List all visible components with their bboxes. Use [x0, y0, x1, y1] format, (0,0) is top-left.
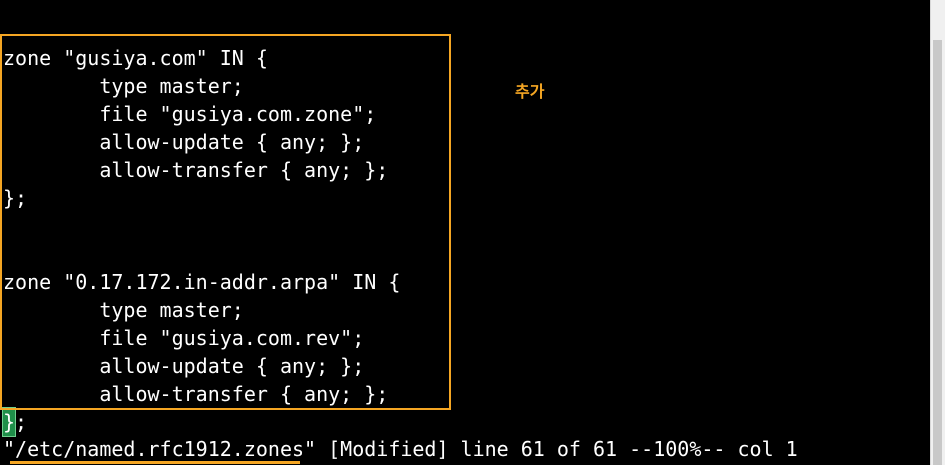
vertical-scrollbar[interactable]: [930, 0, 945, 465]
annotation-label: 추가: [515, 82, 545, 101]
editor-text-area[interactable]: zone "gusiya.com" IN { type master; file…: [3, 44, 400, 408]
code-line: zone "gusiya.com" IN {: [3, 46, 268, 70]
code-line: file "gusiya.com.rev";: [3, 326, 365, 350]
code-line: zone "0.17.172.in-addr.arpa" IN {: [3, 270, 401, 294]
text-cursor: }: [1, 407, 17, 437]
code-line: type master;: [3, 298, 244, 322]
code-line: allow-transfer { any; };: [3, 382, 389, 406]
code-line: allow-transfer { any; };: [3, 158, 389, 182]
vim-status-line: "/etc/named.rfc1912.zones" [Modified] li…: [3, 437, 798, 461]
code-line: };: [3, 186, 28, 210]
terminal-window[interactable]: zone "gusiya.com" IN { type master; file…: [0, 0, 945, 465]
cursor-line: };: [1, 407, 28, 437]
code-line: type master;: [3, 74, 244, 98]
filename-underline-annotation: [10, 461, 300, 464]
code-line: allow-update { any; };: [3, 130, 365, 154]
cursor-line-rest: ;: [15, 410, 28, 434]
scrollbar-thumb[interactable]: [933, 40, 942, 465]
code-line: allow-update { any; };: [3, 354, 365, 378]
code-line: file "gusiya.com.zone";: [3, 102, 377, 126]
